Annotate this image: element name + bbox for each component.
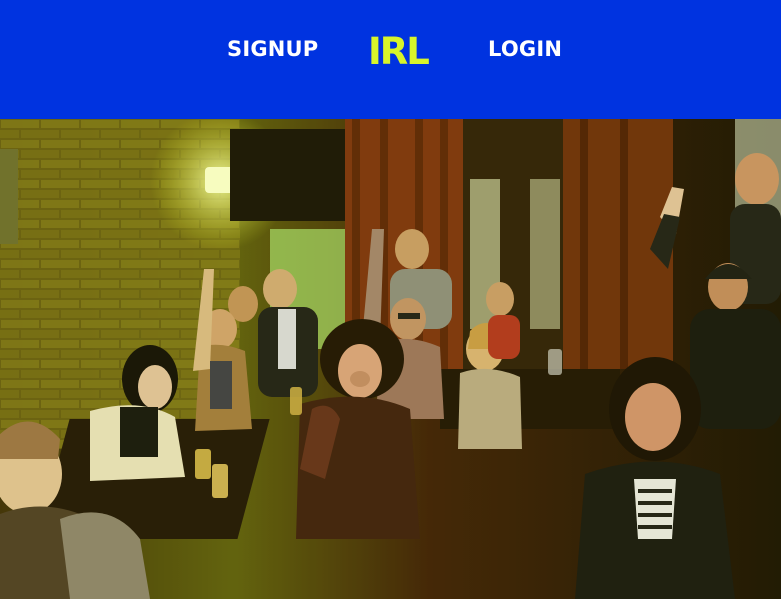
login-link[interactable]: LOGIN [488,37,562,61]
hero-photo-illustration [0,119,781,599]
site-header: SIGNUP IRL LOGIN [0,0,781,119]
irl-logo[interactable]: IRL [368,33,430,70]
signup-link[interactable]: SIGNUP [227,37,318,61]
hero-photo [0,119,781,599]
